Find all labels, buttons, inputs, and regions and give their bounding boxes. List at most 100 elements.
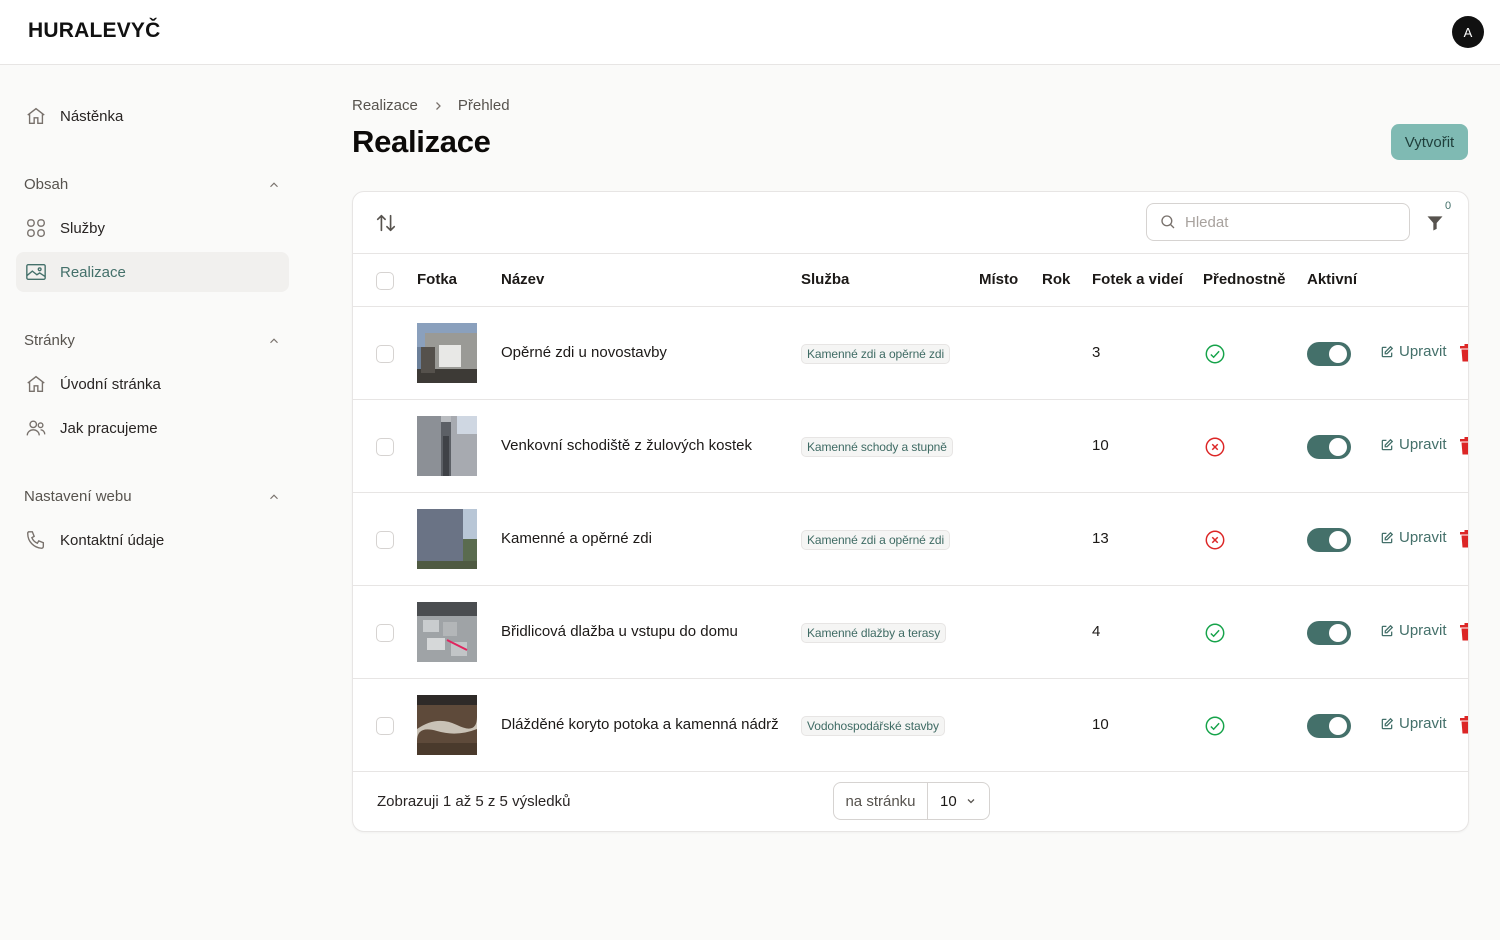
sidebar-item-homepage[interactable]: Úvodní stránka: [16, 364, 289, 404]
create-button[interactable]: Vytvořit: [1391, 124, 1468, 160]
select-all-checkbox[interactable]: [376, 272, 394, 290]
sort-icon[interactable]: [375, 212, 397, 234]
edit-button[interactable]: Upravit: [1380, 436, 1447, 453]
row-checkbox[interactable]: [376, 624, 394, 642]
edit-icon: [1381, 531, 1394, 543]
service-badge: Kamenné zdi a opěrné zdi: [801, 530, 951, 550]
per-page-selected: 10: [940, 792, 957, 810]
photo-thumbnail[interactable]: [417, 509, 477, 569]
column-header[interactable]: Přednostně: [1203, 271, 1286, 288]
per-page-value[interactable]: 10: [928, 793, 989, 810]
trash-icon[interactable]: [1460, 623, 1469, 641]
edit-button[interactable]: Upravit: [1380, 715, 1447, 732]
table-row[interactable]: Kamenné a opěrné zdi Kamenné zdi a opěrn…: [353, 493, 1468, 586]
search-input[interactable]: [1185, 213, 1395, 231]
search-icon: [1161, 215, 1175, 229]
column-header[interactable]: Místo: [979, 271, 1018, 288]
column-header[interactable]: Fotka: [417, 271, 457, 288]
sidebar-item-label: Jak pracujeme: [60, 419, 158, 437]
chevron-up-icon: [270, 337, 278, 343]
active-toggle[interactable]: [1307, 528, 1351, 552]
photo-thumbnail[interactable]: [417, 602, 477, 662]
check-circle-icon: [1205, 623, 1225, 643]
sidebar-item-dashboard[interactable]: Nástěnka: [16, 96, 289, 136]
sidebar-item-services[interactable]: Služby: [16, 208, 289, 248]
sidebar-group-web-settings[interactable]: Nastavení webu: [24, 488, 281, 505]
edit-icon: [1381, 624, 1394, 636]
row-name[interactable]: Kamenné a opěrné zdi: [501, 530, 652, 547]
table-footer: Zobrazuji 1 až 5 z 5 výsledků na stránku…: [353, 771, 1468, 831]
media-count: 4: [1092, 623, 1101, 640]
edit-icon: [1381, 345, 1394, 357]
user-avatar[interactable]: A: [1452, 16, 1484, 48]
edit-button[interactable]: Upravit: [1380, 343, 1447, 360]
column-header[interactable]: Aktivní: [1307, 271, 1357, 288]
per-page-select[interactable]: na stránku 10: [833, 782, 990, 820]
top-bar: HURALEVYČ A: [0, 0, 1500, 65]
trash-icon[interactable]: [1460, 716, 1469, 734]
active-toggle[interactable]: [1307, 435, 1351, 459]
row-checkbox[interactable]: [376, 531, 394, 549]
toggle-knob: [1329, 345, 1347, 363]
media-count: 10: [1092, 437, 1109, 454]
users-icon: [24, 416, 48, 440]
table-row[interactable]: Venkovní schodiště z žulových kostek Kam…: [353, 400, 1468, 493]
active-toggle[interactable]: [1307, 714, 1351, 738]
sidebar-group-pages[interactable]: Stránky: [24, 332, 281, 349]
group-title: Stránky: [24, 332, 75, 349]
table-row[interactable]: Břidlicová dlažba u vstupu do domu Kamen…: [353, 586, 1468, 679]
breadcrumb-item[interactable]: Realizace: [352, 97, 418, 114]
sidebar-item-label: Úvodní stránka: [60, 375, 161, 393]
column-header[interactable]: Služba: [801, 271, 849, 288]
row-name[interactable]: Břidlicová dlažba u vstupu do domu: [501, 623, 738, 640]
row-name[interactable]: Venkovní schodiště z žulových kostek: [501, 437, 752, 454]
edit-label: Upravit: [1399, 343, 1447, 360]
row-checkbox[interactable]: [376, 717, 394, 735]
column-header[interactable]: Rok: [1042, 271, 1070, 288]
chevron-up-icon: [270, 493, 278, 499]
photo-thumbnail[interactable]: [417, 323, 477, 383]
row-name[interactable]: Dlážděné koryto potoka a kamenná nádrž: [501, 716, 779, 733]
edit-button[interactable]: Upravit: [1380, 622, 1447, 639]
per-page-label: na stránku: [834, 783, 928, 819]
table-row[interactable]: Opěrné zdi u novostavby Kamenné zdi a op…: [353, 307, 1468, 400]
toggle-knob: [1329, 438, 1347, 456]
media-count: 10: [1092, 716, 1109, 733]
edit-icon: [1381, 717, 1394, 729]
group-title: Obsah: [24, 176, 69, 193]
check-circle-icon: [1205, 716, 1225, 736]
chevron-down-icon: [967, 799, 975, 804]
row-checkbox[interactable]: [376, 345, 394, 363]
home-icon: [24, 372, 48, 396]
sidebar-group-content[interactable]: Obsah: [24, 176, 281, 193]
table-header: Fotka Název Služba Místo Rok Fotek a vid…: [353, 254, 1468, 307]
media-count: 3: [1092, 344, 1101, 361]
trash-icon[interactable]: [1460, 344, 1469, 362]
column-header[interactable]: Název: [501, 271, 544, 288]
trash-icon[interactable]: [1460, 437, 1469, 455]
sidebar-item-contact[interactable]: Kontaktní údaje: [16, 520, 289, 560]
sidebar-item-how-we-work[interactable]: Jak pracujeme: [16, 408, 289, 448]
check-circle-icon: [1205, 344, 1225, 364]
page-title: Realizace: [352, 124, 491, 159]
row-name[interactable]: Opěrné zdi u novostavby: [501, 344, 667, 361]
edit-label: Upravit: [1399, 715, 1447, 732]
sidebar-item-realizace[interactable]: Realizace: [16, 252, 289, 292]
photo-thumbnail[interactable]: [417, 416, 477, 476]
edit-label: Upravit: [1399, 622, 1447, 639]
active-toggle[interactable]: [1307, 342, 1351, 366]
filter-icon[interactable]: [1425, 212, 1445, 234]
breadcrumb: Realizace Přehled: [352, 97, 510, 114]
brand-logo[interactable]: HURALEVYČ: [28, 19, 160, 43]
service-badge: Kamenné zdi a opěrné zdi: [801, 344, 951, 364]
active-toggle[interactable]: [1307, 621, 1351, 645]
photo-thumbnail[interactable]: [417, 695, 477, 755]
edit-button[interactable]: Upravit: [1380, 529, 1447, 546]
x-circle-icon: [1205, 530, 1225, 550]
service-badge: Kamenné schody a stupně: [801, 437, 953, 457]
column-header[interactable]: Fotek a videí: [1092, 271, 1183, 288]
table-row[interactable]: Dlážděné koryto potoka a kamenná nádrž V…: [353, 679, 1468, 772]
image-icon: [24, 260, 48, 284]
row-checkbox[interactable]: [376, 438, 394, 456]
trash-icon[interactable]: [1460, 530, 1469, 548]
